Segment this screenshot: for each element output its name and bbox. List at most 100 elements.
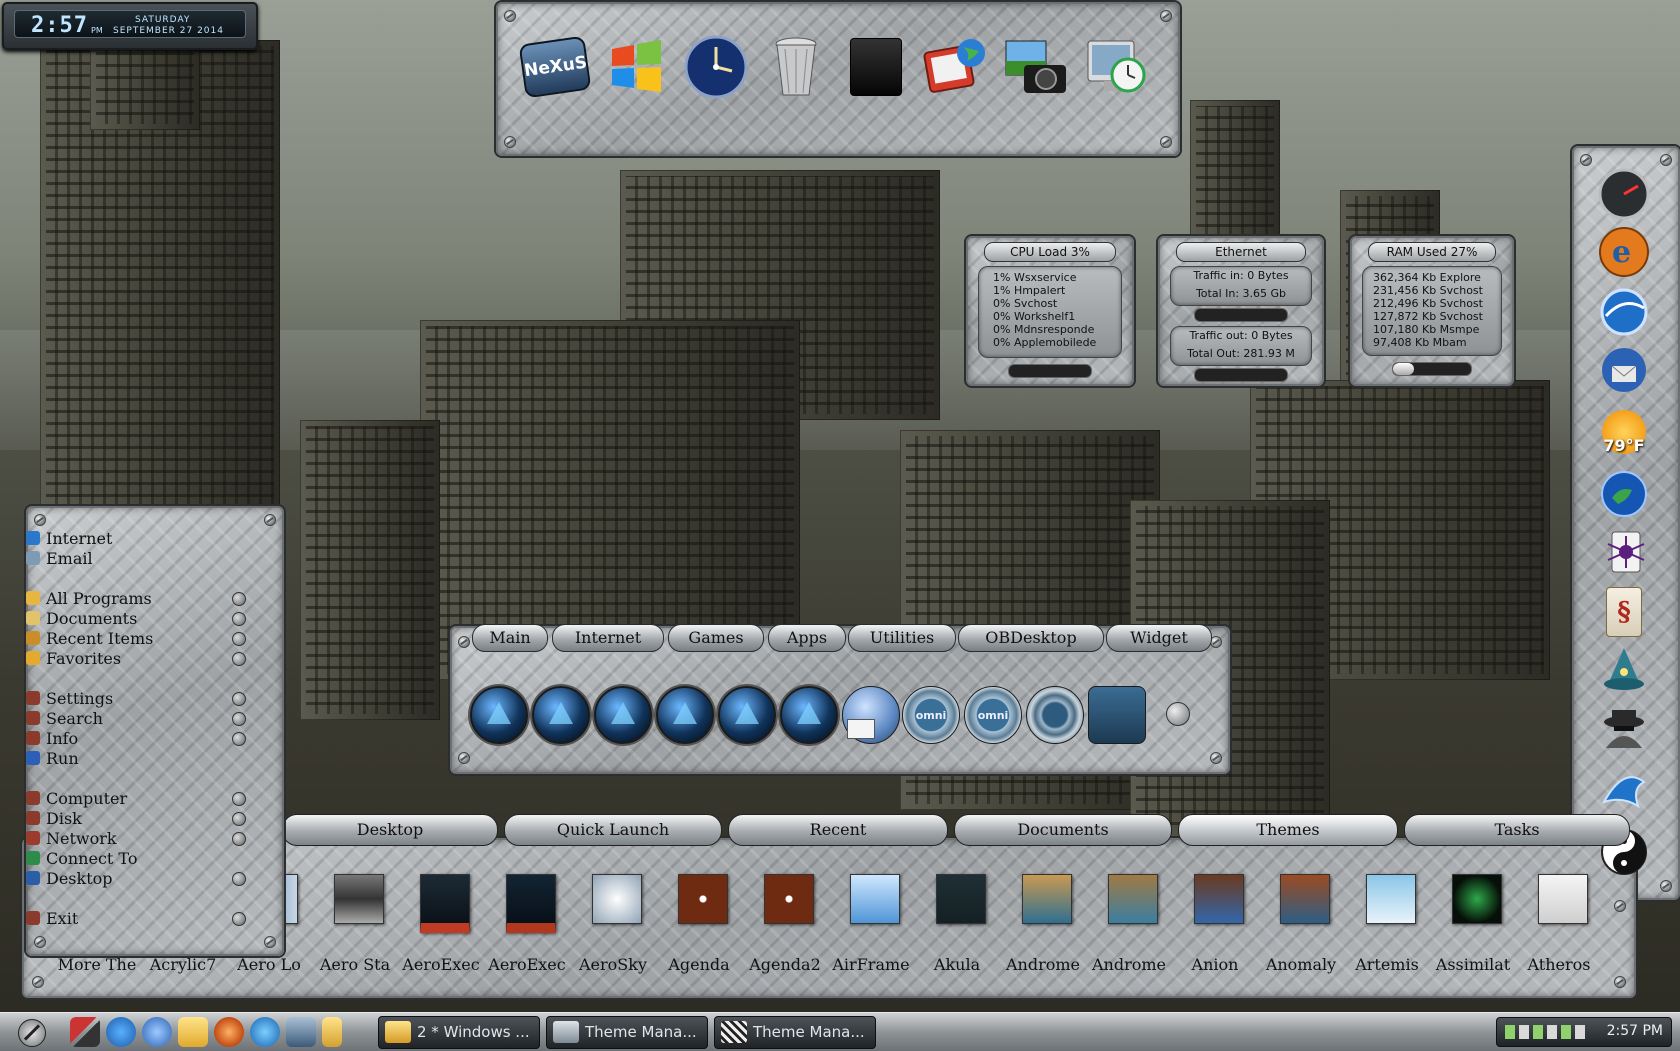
theme-label[interactable]: Aero Sta xyxy=(312,955,398,974)
folder-icon[interactable] xyxy=(178,1017,208,1047)
menu-item-documents[interactable]: Documents xyxy=(26,608,137,628)
task-windows-explorer[interactable]: 2 * Windows ... xyxy=(378,1016,540,1049)
theme-label[interactable]: Artemis xyxy=(1344,955,1430,974)
task-theme-manager[interactable]: Theme Mana... xyxy=(714,1016,876,1049)
weather-sun-icon[interactable]: 79°F xyxy=(1596,404,1652,460)
theme-label[interactable]: AeroSky xyxy=(570,955,656,974)
thunderbird-icon[interactable] xyxy=(1596,342,1652,398)
submenu-arrow-icon[interactable] xyxy=(232,812,246,826)
globe-tv-icon[interactable] xyxy=(921,32,991,102)
theme-label[interactable]: Acrylic7 xyxy=(140,955,226,974)
theme-label[interactable]: Atheros xyxy=(1516,955,1602,974)
menu-item-info[interactable]: Info xyxy=(26,728,78,748)
theme-label[interactable]: Akula xyxy=(914,955,1000,974)
tab-widget[interactable]: Widget xyxy=(1106,624,1212,652)
blue-orb-icon[interactable] xyxy=(470,686,528,744)
theme-label[interactable]: Agenda2 xyxy=(742,955,828,974)
theme-label[interactable]: Assimilat xyxy=(1430,955,1516,974)
menu-item-run[interactable]: Run xyxy=(26,748,79,768)
tools-icon[interactable] xyxy=(70,1017,100,1047)
submenu-arrow-icon[interactable] xyxy=(232,592,246,606)
tray-time[interactable]: 2:57 PM xyxy=(1607,1023,1663,1039)
recycle-bin-icon[interactable] xyxy=(761,32,831,102)
earth-icon[interactable] xyxy=(1596,466,1652,522)
theme-thumb[interactable] xyxy=(506,874,556,933)
menu-item-connect-to[interactable]: Connect To xyxy=(26,848,138,868)
menu-item-exit[interactable]: Exit xyxy=(26,908,78,928)
menu-item-favorites[interactable]: Favorites xyxy=(26,648,121,668)
blue-sphere-icon[interactable] xyxy=(1596,284,1652,340)
start-button[interactable] xyxy=(18,1019,46,1047)
theme-label[interactable]: Androme xyxy=(1086,955,1172,974)
theme-thumb[interactable] xyxy=(1366,874,1416,924)
tab-documents[interactable]: Documents xyxy=(954,814,1172,846)
menu-item-desktop[interactable]: Desktop xyxy=(26,868,113,888)
submenu-arrow-icon[interactable] xyxy=(232,732,246,746)
camera-icon[interactable] xyxy=(1001,32,1071,102)
mahjong-icon[interactable]: § xyxy=(1596,584,1652,640)
theme-label[interactable]: Anion xyxy=(1172,955,1258,974)
theme-label[interactable]: More The xyxy=(54,955,140,974)
tab-apps[interactable]: Apps xyxy=(768,624,846,652)
tab-internet[interactable]: Internet xyxy=(552,624,664,652)
theme-thumb[interactable] xyxy=(850,874,900,924)
theme-thumb[interactable] xyxy=(1022,874,1072,924)
internet-explorer-icon[interactable]: e xyxy=(1596,224,1652,280)
theme-thumb[interactable] xyxy=(1452,874,1502,924)
globe-icon[interactable] xyxy=(250,1017,280,1047)
thunderbird-icon[interactable] xyxy=(142,1017,172,1047)
theme-thumb[interactable] xyxy=(420,874,470,933)
task-theme-manager[interactable]: Theme Mana... xyxy=(546,1016,708,1049)
tab-themes[interactable]: Themes xyxy=(1178,814,1398,846)
blue-orb-icon[interactable] xyxy=(718,686,776,744)
menu-item-computer[interactable]: Computer xyxy=(26,788,127,808)
tab-desktop[interactable]: Desktop xyxy=(282,814,498,846)
menu-item-all-programs[interactable]: All Programs xyxy=(26,588,152,608)
tab-tasks[interactable]: Tasks xyxy=(1404,814,1630,846)
globe-mail-icon[interactable] xyxy=(842,686,900,744)
submenu-arrow-icon[interactable] xyxy=(232,692,246,706)
theme-thumb[interactable] xyxy=(1108,874,1158,924)
folder-icon[interactable] xyxy=(322,1017,342,1047)
theme-thumb[interactable] xyxy=(1194,874,1244,924)
menu-item-settings[interactable]: Settings xyxy=(26,688,113,708)
square-icon[interactable] xyxy=(1088,686,1146,744)
theme-thumb[interactable] xyxy=(1538,874,1588,924)
tab-obdesktop[interactable]: OBDesktop xyxy=(958,624,1104,652)
tab-games[interactable]: Games xyxy=(668,624,764,652)
blue-orb-icon[interactable] xyxy=(656,686,714,744)
wizard-icon[interactable] xyxy=(1596,642,1652,698)
tab-recent[interactable]: Recent xyxy=(728,814,948,846)
speedometer-icon[interactable] xyxy=(1596,166,1652,222)
menu-item-search[interactable]: Search xyxy=(26,708,103,728)
submenu-arrow-icon[interactable] xyxy=(232,612,246,626)
theme-thumb[interactable] xyxy=(764,874,814,924)
theme-label[interactable]: AirFrame xyxy=(828,955,914,974)
submenu-arrow-icon[interactable] xyxy=(232,632,246,646)
system-clock-icon[interactable] xyxy=(1081,32,1151,102)
spy-icon[interactable] xyxy=(1596,700,1652,756)
submenu-arrow-icon[interactable] xyxy=(232,652,246,666)
submenu-arrow-icon[interactable] xyxy=(232,792,246,806)
theme-label[interactable]: AeroExec xyxy=(484,955,570,974)
windows-logo-icon[interactable] xyxy=(601,32,671,102)
theme-thumb[interactable] xyxy=(592,874,642,924)
clock-widget[interactable]: 2:57 PM SATURDAY SEPTEMBER 27 2014 xyxy=(2,2,258,50)
tab-main[interactable]: Main xyxy=(472,624,548,652)
submenu-arrow-icon[interactable] xyxy=(232,872,246,886)
menu-item-email[interactable]: Email xyxy=(26,548,93,568)
spider-solitaire-icon[interactable] xyxy=(1596,524,1652,580)
theme-thumb[interactable] xyxy=(1280,874,1330,924)
submenu-arrow-icon[interactable] xyxy=(232,912,246,926)
menu-item-internet[interactable]: Internet xyxy=(26,528,112,548)
omni-icon[interactable]: omni xyxy=(964,686,1022,744)
theme-thumb[interactable] xyxy=(334,874,384,924)
theme-label[interactable]: Androme xyxy=(1000,955,1086,974)
clock-icon[interactable] xyxy=(681,32,751,102)
menu-item-disk[interactable]: Disk xyxy=(26,808,82,828)
black-box-icon[interactable] xyxy=(841,32,911,102)
blue-orb-icon[interactable] xyxy=(594,686,652,744)
tab-utilities[interactable]: Utilities xyxy=(848,624,956,652)
nexus-logo-icon[interactable]: NeXuS xyxy=(518,32,592,102)
internet-explorer-icon[interactable] xyxy=(106,1017,136,1047)
